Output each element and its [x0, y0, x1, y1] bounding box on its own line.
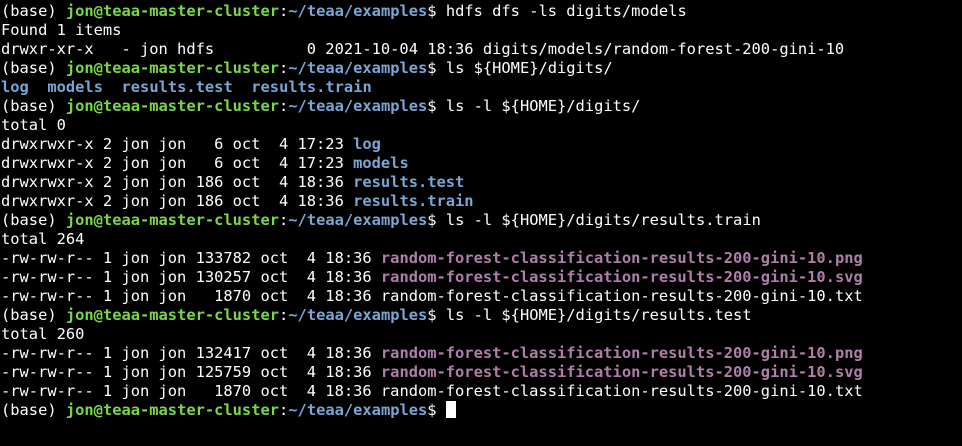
file-entry: drwxrwxr-x 2 jon jon 186 oct 4 18:36 res…: [1, 173, 962, 192]
file-entry: -rw-rw-r-- 1 jon jon 1870 oct 4 18:36 ra…: [1, 287, 962, 306]
file-metadata: drwxrwxr-x 2 jon jon 186 oct 4 18:36: [1, 173, 354, 191]
output-text: total 0: [1, 116, 66, 134]
directory-name: models: [47, 78, 103, 96]
output-line: Found 1 items: [1, 21, 962, 40]
file-metadata: -rw-rw-r-- 1 jon jon 130257 oct 4 18:36: [1, 268, 381, 286]
prompt-separator: :: [279, 306, 289, 324]
prompt-separator: :: [279, 97, 289, 115]
file-name: random-forest-classification-results-200…: [380, 287, 863, 305]
file-name: random-forest-classification-results-200…: [380, 382, 863, 400]
file-entry: -rw-rw-r-- 1 jon jon 125759 oct 4 18:36 …: [1, 363, 962, 382]
file-metadata: drwxrwxr-x 2 jon jon 6 oct 4 17:23: [1, 135, 354, 153]
conda-env: (base): [1, 59, 66, 77]
output-text: total 264: [1, 230, 85, 248]
output-line: total 0: [1, 116, 962, 135]
file-entry: -rw-rw-r-- 1 jon jon 133782 oct 4 18:36 …: [1, 249, 962, 268]
prompt-line: (base) jon@teaa-master-cluster:~/teaa/ex…: [1, 59, 962, 78]
directory-name: results.test: [353, 173, 465, 191]
command-text: $ ls -l ${HOME}/digits/results.test: [427, 306, 752, 324]
prompt-path: ~/teaa/examples: [288, 2, 428, 20]
output-line: total 264: [1, 230, 962, 249]
file-name: random-forest-classification-results-200…: [380, 268, 863, 286]
file-name: random-forest-classification-results-200…: [380, 363, 863, 381]
prompt-path: ~/teaa/examples: [288, 306, 428, 324]
directory-name: models: [353, 154, 409, 172]
prompt-user-host: jon@teaa-master-cluster: [65, 97, 279, 115]
file-metadata: -rw-rw-r-- 1 jon jon 1870 oct 4 18:36: [1, 287, 381, 305]
file-entry: -rw-rw-r-- 1 jon jon 132417 oct 4 18:36 …: [1, 344, 962, 363]
conda-env: (base): [1, 401, 66, 419]
command-text: $ ls -l ${HOME}/digits/results.train: [427, 211, 761, 229]
prompt-user-host: jon@teaa-master-cluster: [65, 2, 279, 20]
prompt-path: ~/teaa/examples: [288, 401, 428, 419]
directory-name: results.test: [121, 78, 233, 96]
ls-listing: log models results.test results.train: [1, 78, 962, 97]
directory-name: results.train: [251, 78, 372, 96]
prompt-line: (base) jon@teaa-master-cluster:~/teaa/ex…: [1, 97, 962, 116]
command-text: $ ls -l ${HOME}/digits/: [427, 97, 641, 115]
prompt-separator: :: [279, 401, 289, 419]
prompt-user-host: jon@teaa-master-cluster: [65, 59, 279, 77]
prompt-user-host: jon@teaa-master-cluster: [65, 306, 279, 324]
file-metadata: -rw-rw-r-- 1 jon jon 125759 oct 4 18:36: [1, 363, 381, 381]
prompt-line: (base) jon@teaa-master-cluster:~/teaa/ex…: [1, 306, 962, 325]
command-text: $ hdfs dfs -ls digits/models: [427, 2, 687, 20]
conda-env: (base): [1, 97, 66, 115]
file-metadata: -rw-rw-r-- 1 jon jon 133782 oct 4 18:36: [1, 249, 381, 267]
file-entry: drwxrwxr-x 2 jon jon 186 oct 4 18:36 res…: [1, 192, 962, 211]
directory-name: log: [1, 78, 29, 96]
file-metadata: -rw-rw-r-- 1 jon jon 132417 oct 4 18:36: [1, 344, 381, 362]
output-text: Found 1 items: [1, 21, 122, 39]
conda-env: (base): [1, 2, 66, 20]
prompt-separator: :: [279, 59, 289, 77]
prompt-separator: :: [279, 211, 289, 229]
file-entry: -rw-rw-r-- 1 jon jon 130257 oct 4 18:36 …: [1, 268, 962, 287]
directory-name: log: [353, 135, 381, 153]
prompt-line: (base) jon@teaa-master-cluster:~/teaa/ex…: [1, 401, 962, 420]
conda-env: (base): [1, 211, 66, 229]
output-line: total 260: [1, 325, 962, 344]
prompt-user-host: jon@teaa-master-cluster: [65, 211, 279, 229]
prompt-user-host: jon@teaa-master-cluster: [65, 401, 279, 419]
command-text: $ ls ${HOME}/digits/: [427, 59, 613, 77]
prompt-separator: :: [279, 2, 289, 20]
text-cursor[interactable]: [445, 401, 456, 418]
file-metadata: drwxrwxr-x 2 jon jon 6 oct 4 17:23: [1, 154, 354, 172]
file-entry: drwxrwxr-x 2 jon jon 6 oct 4 17:23 model…: [1, 154, 962, 173]
prompt-line: (base) jon@teaa-master-cluster:~/teaa/ex…: [1, 2, 962, 21]
prompt-path: ~/teaa/examples: [288, 211, 428, 229]
output-line: drwxr-xr-x - jon hdfs 0 2021-10-04 18:36…: [1, 40, 962, 59]
file-name: random-forest-classification-results-200…: [380, 344, 863, 362]
prompt-line: (base) jon@teaa-master-cluster:~/teaa/ex…: [1, 211, 962, 230]
directory-name: results.train: [353, 192, 474, 210]
terminal-window[interactable]: (base) jon@teaa-master-cluster:~/teaa/ex…: [0, 0, 962, 446]
output-text: total 260: [1, 325, 85, 343]
file-name: random-forest-classification-results-200…: [380, 249, 863, 267]
file-entry: -rw-rw-r-- 1 jon jon 1870 oct 4 18:36 ra…: [1, 382, 962, 401]
output-text: drwxr-xr-x - jon hdfs 0 2021-10-04 18:36…: [1, 40, 845, 58]
prompt-path: ~/teaa/examples: [288, 59, 428, 77]
prompt-path: ~/teaa/examples: [288, 97, 428, 115]
file-metadata: drwxrwxr-x 2 jon jon 186 oct 4 18:36: [1, 192, 354, 210]
command-text: $: [427, 401, 446, 419]
file-entry: drwxrwxr-x 2 jon jon 6 oct 4 17:23 log: [1, 135, 962, 154]
conda-env: (base): [1, 306, 66, 324]
file-metadata: -rw-rw-r-- 1 jon jon 1870 oct 4 18:36: [1, 382, 381, 400]
